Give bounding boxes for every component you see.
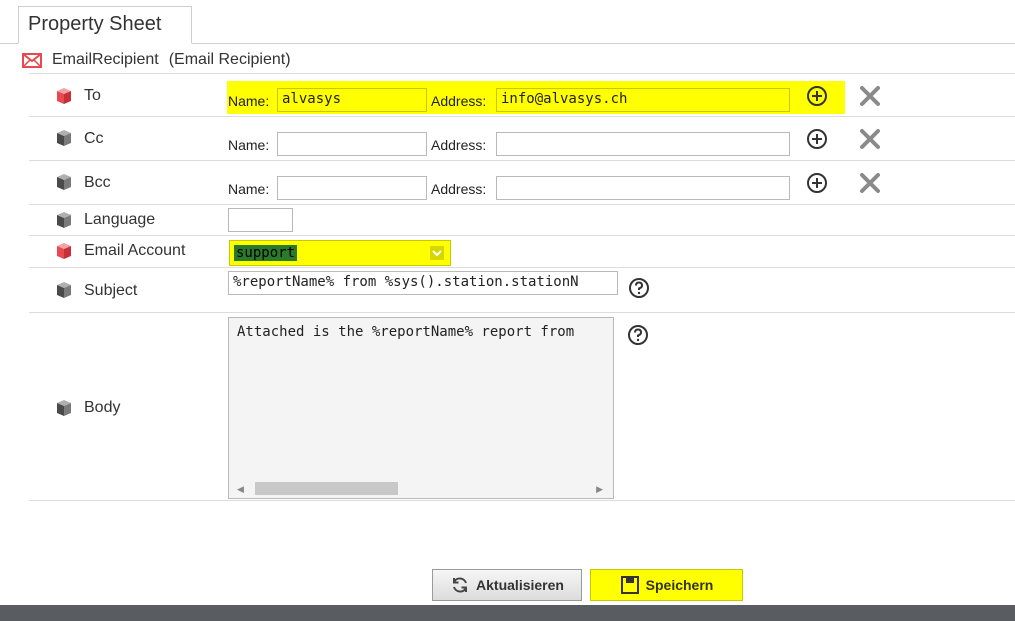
row-email-account: Email Account support [29,237,1015,268]
horizontal-scrollbar[interactable]: ◀ ▶ [229,478,613,498]
component-name: EmailRecipient [52,51,159,68]
refresh-button-label: Aktualisieren [476,577,564,593]
save-button[interactable]: Speichern [590,569,743,601]
cc-address-input[interactable] [496,132,790,156]
remove-icon[interactable] [859,128,881,150]
add-circle-icon[interactable] [806,85,828,107]
row-bcc: Bcc Name: Address: [29,162,1015,205]
bcc-name-label: Name: [228,181,270,197]
to-name-input[interactable]: alvasys [277,88,427,112]
chevron-down-icon[interactable] [430,246,444,260]
bcc-label: Bcc [84,174,111,191]
email-account-select[interactable]: support [229,240,451,266]
tab-bar: Property Sheet [0,0,1015,44]
row-to: To Name: alvasys Address: info@alvasys.c… [29,74,1015,117]
cc-name-label: Name: [228,137,270,153]
property-gray-icon [57,130,71,146]
scroll-left-icon[interactable]: ◀ [237,484,244,495]
tab-property-sheet[interactable]: Property Sheet [18,6,192,44]
add-circle-icon[interactable] [806,128,828,150]
scrollbar-thumb[interactable] [255,482,398,495]
subject-label: Subject [84,282,138,299]
body-label: Body [84,399,121,416]
scroll-right-icon[interactable]: ▶ [596,484,603,495]
subject-input[interactable]: %reportName% from %sys().station.station… [228,271,618,295]
footer-bar [0,605,1015,621]
language-input[interactable] [228,208,293,232]
property-gray-icon [57,282,71,298]
body-textarea[interactable]: Attached is the %reportName% report from… [228,317,614,499]
row-body: Body Attached is the %reportName% report… [29,314,1015,501]
email-account-value: support [234,245,298,261]
to-address-input[interactable]: info@alvasys.ch [496,88,790,112]
cc-name-input[interactable] [277,132,427,156]
help-icon[interactable] [628,277,650,299]
property-red-icon [57,88,71,104]
bcc-address-input[interactable] [496,176,790,200]
remove-icon[interactable] [859,172,881,194]
refresh-button[interactable]: Aktualisieren [432,569,582,601]
to-label: To [84,87,101,104]
component-header: EmailRecipient (Email Recipient) [22,48,291,72]
refresh-icon [453,577,468,593]
property-gray-icon [57,174,71,190]
remove-icon[interactable] [859,85,881,107]
bcc-address-label: Address: [431,181,487,197]
save-icon [620,576,639,594]
save-button-label: Speichern [645,577,714,593]
row-cc: Cc Name: Address: [29,118,1015,161]
property-gray-icon [57,212,71,228]
cc-label: Cc [84,130,104,147]
bcc-name-input[interactable] [277,176,427,200]
to-address-label: Address: [431,93,487,109]
language-label: Language [84,211,156,228]
to-name-label: Name: [228,93,270,109]
help-icon[interactable] [627,324,649,346]
email-account-label: Email Account [84,242,186,259]
tab-label: Property Sheet [28,13,162,35]
property-gray-icon [57,400,71,416]
row-subject: Subject %reportName% from %sys().station… [29,269,1015,313]
row-language: Language [29,206,1015,236]
property-red-icon [57,243,71,259]
cc-address-label: Address: [431,137,487,153]
add-circle-icon[interactable] [806,172,828,194]
body-text: Attached is the %reportName% report from [237,324,575,340]
envelope-icon [22,52,42,68]
component-type: (Email Recipient) [168,51,291,68]
